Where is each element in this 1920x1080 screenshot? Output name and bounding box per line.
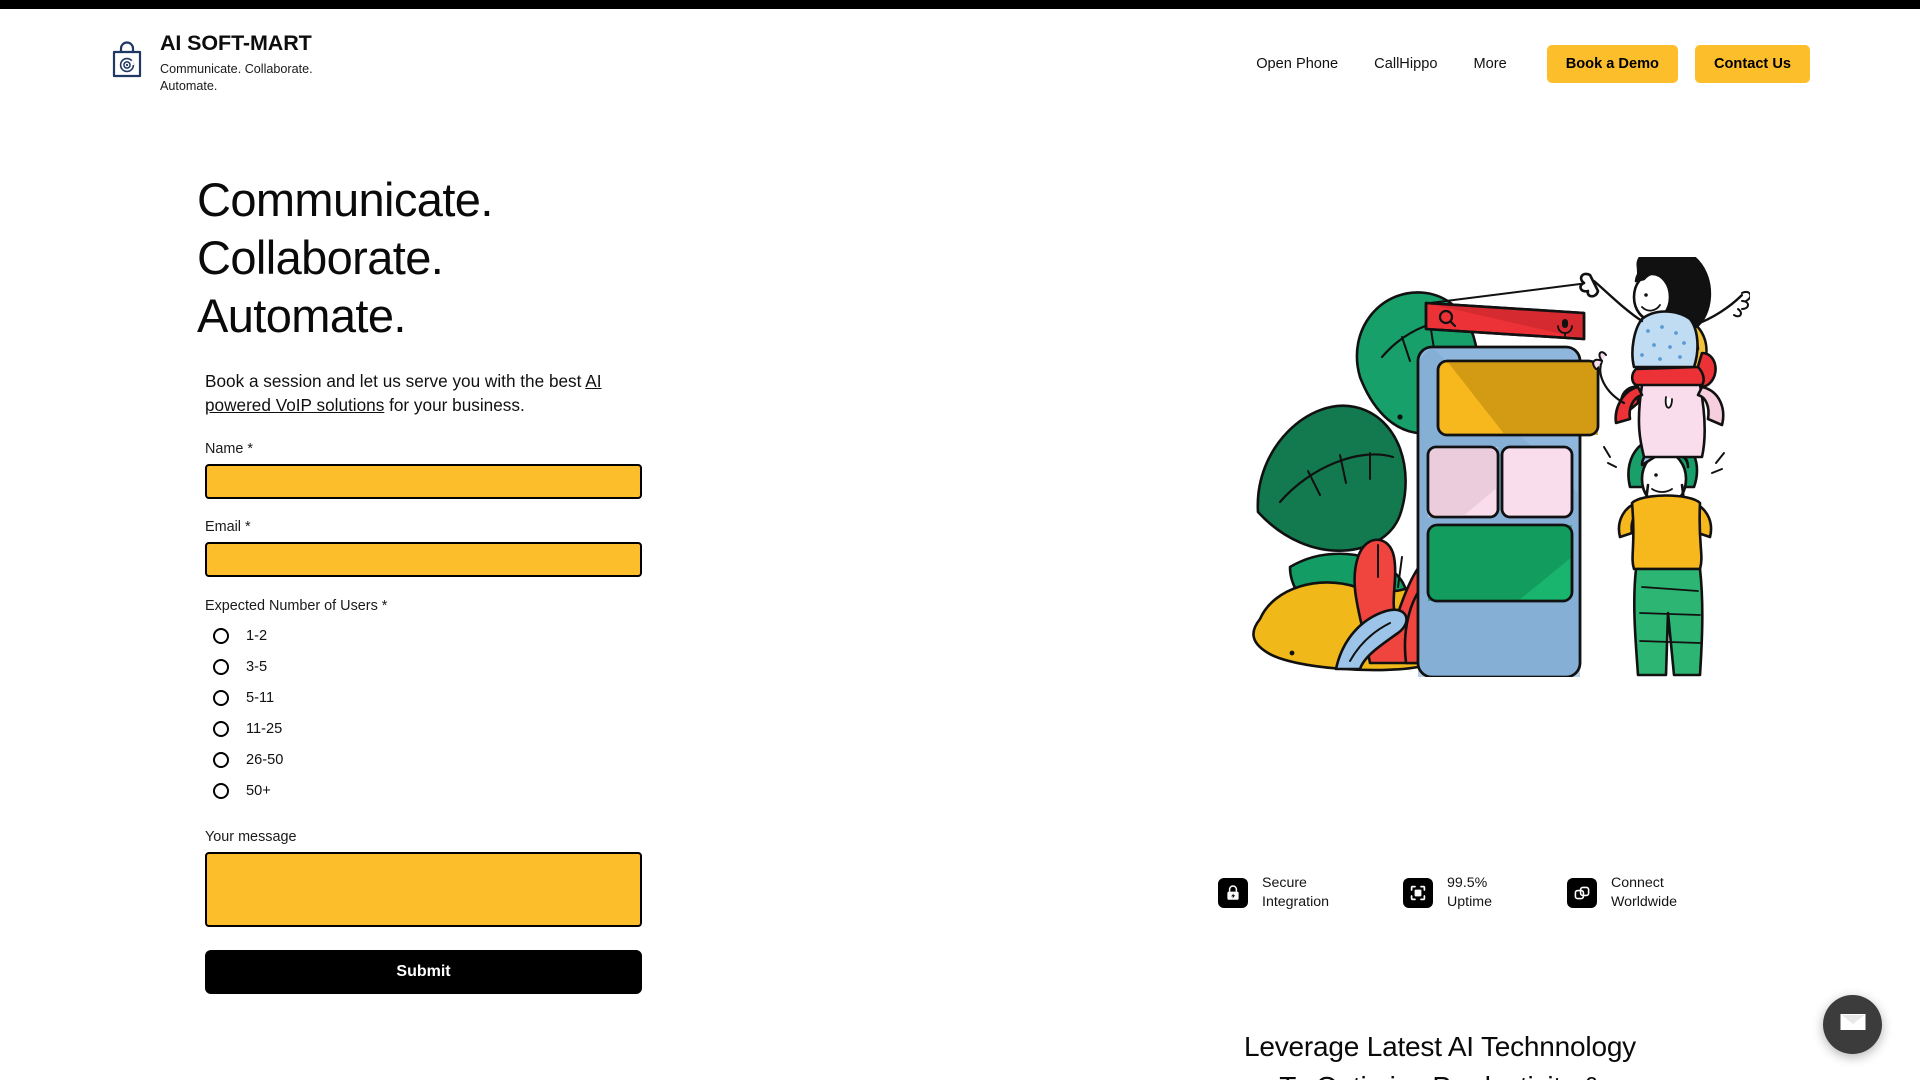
- email-input[interactable]: [205, 541, 642, 577]
- radio-option-11-25[interactable]: 11-25: [205, 714, 642, 745]
- intro-text-before: Book a session and let us serve you with…: [205, 371, 586, 391]
- radio-label: 5-11: [246, 690, 275, 707]
- brand-name: AI SOFT-MART: [160, 31, 312, 56]
- radio-label: 11-25: [246, 721, 283, 738]
- headline-line-1: Communicate.: [197, 173, 493, 226]
- radio-circle-icon: [213, 659, 229, 676]
- page-title: Communicate. Collaborate. Automate.: [197, 176, 960, 339]
- left-column: Communicate. Collaborate. Automate. Book…: [0, 119, 960, 1080]
- radio-label: 1-2: [246, 628, 268, 645]
- radio-label: 26-50: [246, 752, 284, 769]
- feature-highlights: Secure Integration 99.5% Uptime Connect …: [960, 874, 1920, 912]
- brand-tagline: Communicate. Collaborate. Automate.: [160, 61, 313, 94]
- headline-line-2: Collaborate.: [197, 231, 444, 284]
- feature-line-2: Worldwide: [1611, 894, 1677, 911]
- feature-connect-worldwide: Connect Worldwide: [1567, 874, 1677, 912]
- feature-text: Secure Integration: [1262, 874, 1329, 912]
- radio-circle-icon: [213, 690, 229, 707]
- secure-lock-bolt-icon: [1218, 878, 1248, 909]
- contact-us-button[interactable]: Contact Us: [1694, 45, 1810, 83]
- envelope-icon: [1840, 1012, 1866, 1037]
- intro-text-after: for your business.: [384, 395, 525, 416]
- name-label: Name *: [205, 440, 253, 457]
- radio-option-3-5[interactable]: 3-5: [205, 652, 642, 683]
- chat-widget-button[interactable]: [1823, 995, 1882, 1054]
- radio-option-5-11[interactable]: 5-11: [205, 683, 642, 714]
- feature-text: Connect Worldwide: [1611, 874, 1677, 912]
- right-column: Secure Integration 99.5% Uptime Connect …: [960, 119, 1920, 1080]
- radio-circle-icon: [213, 752, 229, 769]
- shopping-bag-icon: [110, 40, 144, 80]
- expected-users-group: Expected Number of Users * 1-2 3-5 5-11 …: [205, 598, 642, 807]
- expected-users-label: Expected Number of Users *: [205, 597, 388, 614]
- submit-button[interactable]: Submit: [205, 949, 642, 994]
- nav-link-callhippo[interactable]: CallHippo: [1356, 56, 1455, 72]
- message-label: Your message: [205, 828, 297, 845]
- radio-label: 50+: [246, 783, 271, 800]
- radio-label: 3-5: [246, 659, 268, 676]
- email-field-group: Email *: [205, 519, 642, 577]
- feature-text: 99.5% Uptime: [1447, 874, 1492, 912]
- tagline-line-1: Leverage Latest AI Technnology: [1243, 1031, 1636, 1062]
- radio-option-50-plus[interactable]: 50+: [205, 776, 642, 807]
- headline-line-3: Automate.: [197, 289, 406, 342]
- form-intro-text: Book a session and let us serve you with…: [205, 369, 665, 418]
- message-field-group: Your message: [205, 829, 642, 927]
- name-input[interactable]: [205, 463, 642, 499]
- radio-circle-icon: [213, 628, 229, 645]
- top-accent-bar: [0, 0, 1920, 9]
- email-label: Email *: [205, 518, 251, 535]
- feature-line-2: Integration: [1262, 894, 1330, 911]
- booking-form: Book a session and let us serve you with…: [205, 369, 642, 994]
- message-textarea[interactable]: [205, 851, 642, 927]
- main-content: Communicate. Collaborate. Automate. Book…: [0, 119, 1920, 1080]
- feature-uptime: 99.5% Uptime: [1403, 874, 1492, 912]
- radio-option-1-2[interactable]: 1-2: [205, 621, 642, 652]
- name-field-group: Name *: [205, 441, 642, 499]
- radio-option-26-50[interactable]: 26-50: [205, 745, 642, 776]
- feature-line-2: Uptime: [1447, 894, 1492, 911]
- site-header: AI SOFT-MART Communicate. Collaborate. A…: [0, 9, 1920, 119]
- connect-links-icon: [1567, 878, 1597, 909]
- feature-line-1: 99.5%: [1447, 875, 1488, 891]
- hero-illustration: [1250, 257, 1750, 677]
- feature-line-1: Connect: [1611, 875, 1664, 891]
- uptime-expand-icon: [1403, 878, 1434, 909]
- nav-link-more[interactable]: More: [1455, 56, 1524, 72]
- radio-circle-icon: [213, 783, 229, 800]
- value-proposition-tagline: Leverage Latest AI Technnology To Optimi…: [960, 1027, 1920, 1080]
- feature-line-1: Secure: [1262, 875, 1307, 891]
- tagline-line-2: To Optimize Productivity &: [960, 1067, 1920, 1080]
- book-a-demo-button[interactable]: Book a Demo: [1546, 45, 1678, 83]
- brand-logo[interactable]: AI SOFT-MART Communicate. Collaborate. A…: [110, 32, 345, 95]
- nav-link-open-phone[interactable]: Open Phone: [1238, 56, 1356, 72]
- main-navigation: Open Phone CallHippo More Book a Demo Co…: [1238, 9, 1810, 119]
- radio-circle-icon: [213, 721, 229, 738]
- feature-secure-integration: Secure Integration: [1218, 874, 1329, 912]
